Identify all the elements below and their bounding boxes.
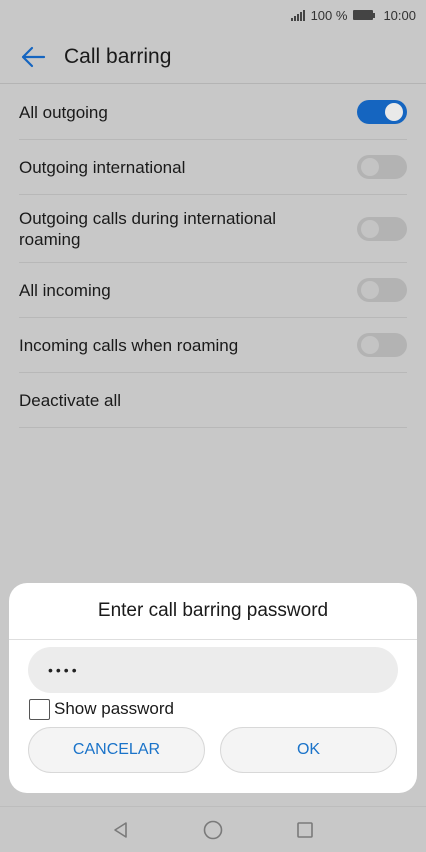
setting-incoming-roaming[interactable]: Incoming calls when roaming bbox=[19, 318, 407, 373]
show-password-label: Show password bbox=[54, 699, 175, 718]
setting-outgoing-international-roaming[interactable]: Outgoing calls during international roam… bbox=[19, 195, 407, 263]
toggle-switch-off[interactable] bbox=[357, 155, 407, 179]
signal-icon bbox=[290, 9, 305, 21]
cancel-button[interactable]: CANCELAR bbox=[28, 727, 205, 773]
setting-outgoing-international[interactable]: Outgoing international bbox=[19, 140, 407, 195]
toggle-switch-off[interactable] bbox=[357, 333, 407, 357]
toggle-switch-off[interactable] bbox=[357, 278, 407, 302]
setting-label: All incoming bbox=[19, 280, 111, 300]
password-input[interactable]: •••• bbox=[28, 647, 398, 693]
setting-all-outgoing[interactable]: All outgoing bbox=[19, 85, 407, 140]
setting-deactivate-all[interactable]: Deactivate all bbox=[19, 373, 407, 428]
back-triangle-icon[interactable] bbox=[109, 818, 133, 842]
page-title: Call barring bbox=[64, 44, 172, 68]
dialog-title: Enter call barring password bbox=[9, 583, 417, 640]
battery-icon bbox=[353, 10, 376, 20]
status-bar: 100 % 10:00 bbox=[0, 0, 426, 30]
clock: 10:00 bbox=[383, 7, 416, 23]
setting-label: Outgoing calls during international roam… bbox=[19, 208, 277, 249]
home-circle-icon[interactable] bbox=[201, 818, 225, 842]
show-password-row[interactable]: Show password bbox=[29, 697, 174, 721]
setting-label: Outgoing international bbox=[19, 157, 186, 177]
setting-label: All outgoing bbox=[19, 102, 108, 122]
recents-square-icon[interactable] bbox=[293, 818, 317, 842]
show-password-checkbox[interactable] bbox=[29, 698, 50, 720]
navigation-bar bbox=[0, 806, 426, 852]
ok-button[interactable]: OK bbox=[220, 727, 397, 773]
arrow-left-icon[interactable] bbox=[18, 42, 48, 72]
app-bar: Call barring bbox=[0, 30, 426, 84]
password-dialog: Enter call barring password •••• Show pa… bbox=[9, 583, 417, 793]
setting-label: Deactivate all bbox=[19, 390, 122, 410]
toggle-switch-off[interactable] bbox=[357, 216, 407, 241]
setting-all-incoming[interactable]: All incoming bbox=[19, 263, 407, 318]
setting-label: Incoming calls when roaming bbox=[19, 335, 239, 355]
battery-percent: 100 % bbox=[310, 7, 348, 23]
toggle-switch-on[interactable] bbox=[357, 100, 407, 124]
